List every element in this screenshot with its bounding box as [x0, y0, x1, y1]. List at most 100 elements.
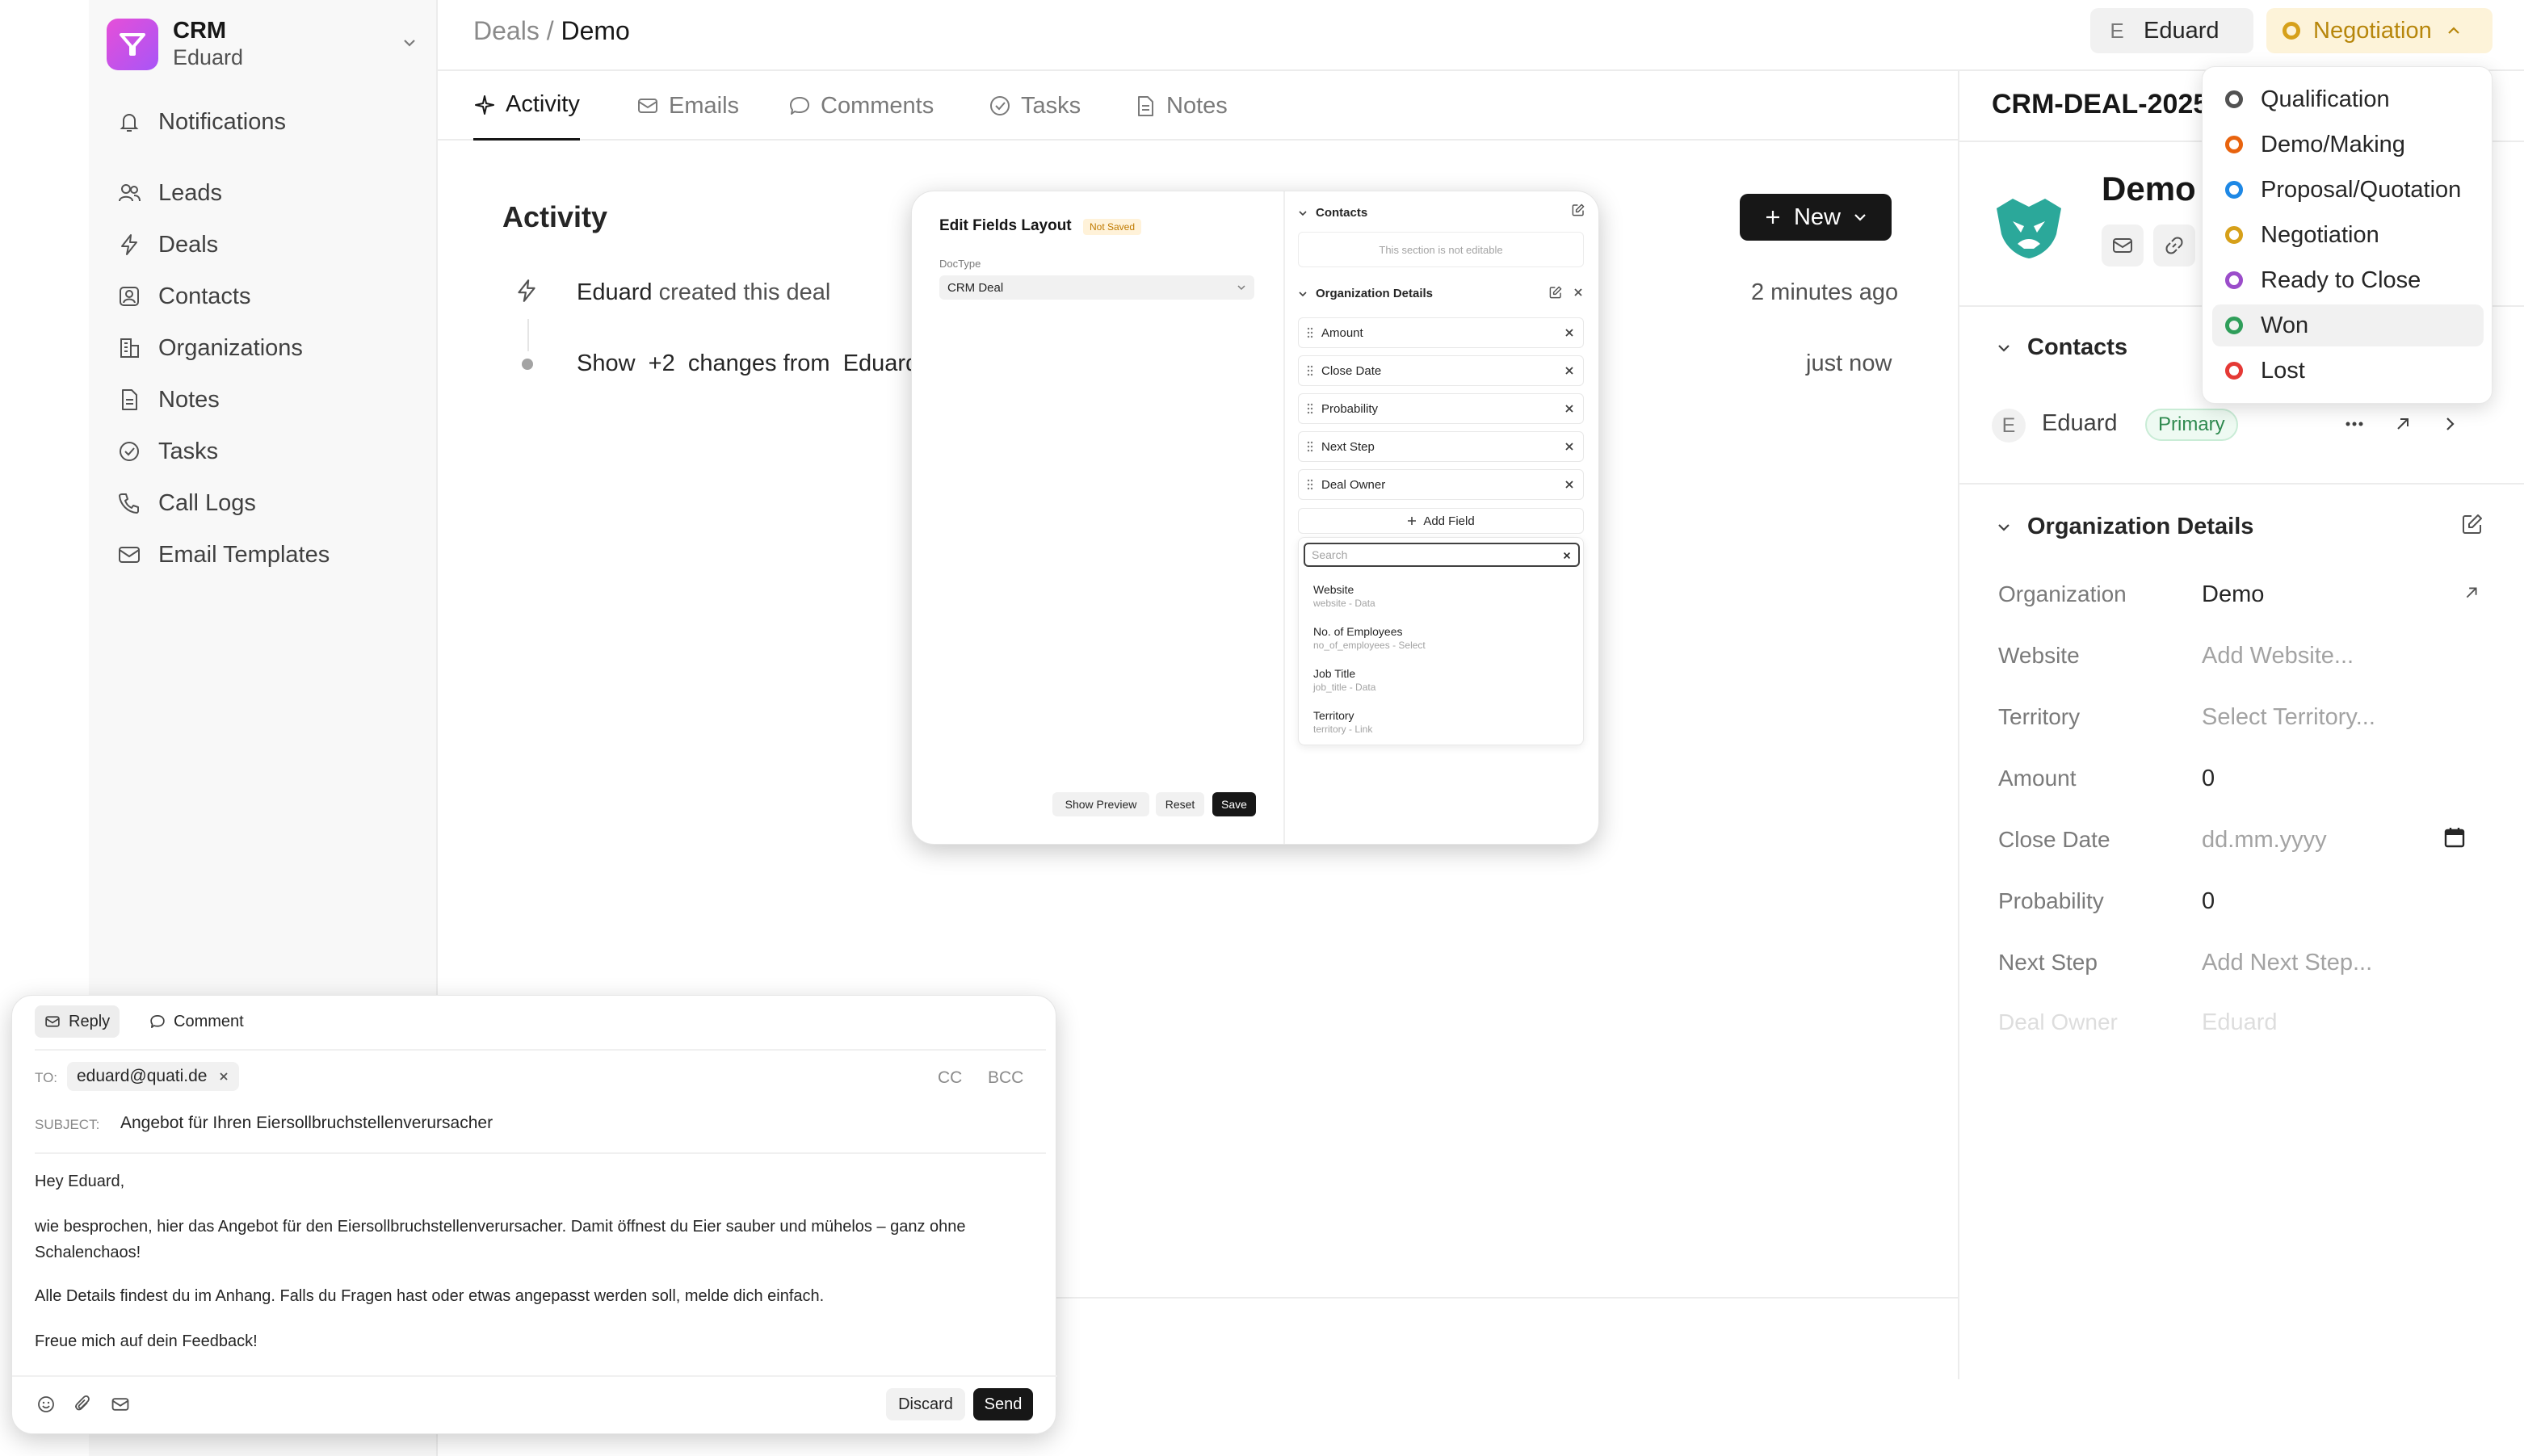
email-button[interactable] — [2102, 224, 2144, 266]
status-dropdown-button[interactable]: Negotiation — [2266, 8, 2493, 53]
email-template-icon[interactable] — [111, 1395, 130, 1414]
status-option-lost[interactable]: Lost — [2212, 350, 2484, 392]
open-link-icon[interactable] — [2460, 581, 2483, 604]
edit-icon[interactable] — [1571, 203, 1585, 217]
link-button[interactable] — [2153, 224, 2195, 266]
drag-handle-icon[interactable] — [1307, 327, 1313, 338]
bcc-button[interactable]: BCC — [988, 1068, 1023, 1088]
sidebar-item-leads[interactable]: Leads — [107, 171, 426, 215]
field-option-meta: website - Data — [1313, 598, 1375, 609]
breadcrumb-deals-link[interactable]: Deals — [473, 16, 540, 45]
status-option-demo-making[interactable]: Demo/Making — [2212, 124, 2484, 166]
contacts-section-toggle[interactable]: Contacts — [1995, 334, 2127, 361]
sidebar-item-call-logs[interactable]: Call Logs — [107, 481, 426, 525]
app-switcher[interactable]: CRM Eduard — [107, 15, 426, 71]
tab-tasks[interactable]: Tasks — [989, 71, 1081, 141]
body-line[interactable]: Alle Details findest du im Anhang. Falls… — [35, 1283, 1036, 1309]
layout-field-deal-owner[interactable]: Deal Owner — [1298, 469, 1584, 500]
tab-emails[interactable]: Emails — [636, 71, 739, 141]
status-option-won[interactable]: Won — [2212, 304, 2484, 346]
organization-section-header[interactable]: Organization Details — [1298, 287, 1433, 300]
drag-handle-icon[interactable] — [1307, 365, 1313, 376]
contacts-section-header[interactable]: Contacts — [1298, 206, 1367, 220]
show-changes-toggle[interactable]: Show +2 changes from Eduard — [577, 350, 918, 377]
layout-field-probability[interactable]: Probability — [1298, 393, 1584, 424]
tab-activity[interactable]: Activity — [473, 71, 580, 141]
website-field[interactable]: Add Website... — [2202, 643, 2354, 669]
subject-input[interactable]: Angebot für Ihren Eiersollbruchstellenve… — [120, 1114, 493, 1133]
emoji-icon[interactable] — [36, 1395, 56, 1414]
body-line[interactable]: Hey Eduard, — [35, 1169, 1036, 1194]
field-option-territory[interactable]: Territory — [1313, 709, 1354, 722]
drag-handle-icon[interactable] — [1307, 479, 1313, 490]
status-option-negotiation[interactable]: Negotiation — [2212, 214, 2484, 256]
field-option-job-title[interactable]: Job Title — [1313, 667, 1355, 680]
save-button[interactable]: Save — [1212, 792, 1256, 816]
sidebar-item-notes[interactable]: Notes — [107, 378, 426, 422]
layout-field-close-date[interactable]: Close Date — [1298, 355, 1584, 386]
tab-comments[interactable]: Comments — [788, 71, 934, 141]
remove-field-icon[interactable] — [1564, 327, 1575, 338]
open-link-icon[interactable] — [2391, 412, 2415, 436]
amount-field[interactable]: 0 — [2202, 766, 2215, 792]
reply-tab[interactable]: Reply — [35, 1005, 120, 1038]
cc-button[interactable]: CC — [938, 1068, 962, 1088]
contact-name: Eduard — [2042, 410, 2118, 436]
edit-icon[interactable] — [2460, 512, 2484, 536]
field-search-input[interactable]: Search — [1304, 543, 1580, 567]
remove-field-icon[interactable] — [1564, 365, 1575, 376]
reset-button[interactable]: Reset — [1156, 792, 1204, 816]
close-date-field[interactable]: dd.mm.yyyy — [2202, 827, 2327, 854]
assigned-to-button[interactable]: E Eduard — [2090, 8, 2253, 53]
close-icon[interactable] — [1573, 287, 1584, 298]
sidebar-item-tasks[interactable]: Tasks — [107, 430, 426, 473]
doctype-select[interactable]: CRM Deal — [939, 275, 1254, 300]
recipient-chip[interactable]: eduard@quati.de — [67, 1062, 240, 1091]
territory-field[interactable]: Select Territory... — [2202, 704, 2375, 731]
check-circle-icon — [989, 94, 1011, 117]
note-icon — [1134, 94, 1157, 117]
sidebar-item-organizations[interactable]: Organizations — [107, 326, 426, 370]
discard-button[interactable]: Discard — [886, 1388, 965, 1420]
add-field-button[interactable]: Add Field — [1298, 508, 1584, 534]
organization-section-toggle[interactable]: Organization Details — [1995, 514, 2253, 540]
sidebar-item-deals[interactable]: Deals — [107, 223, 426, 266]
remove-recipient-icon[interactable] — [218, 1071, 229, 1082]
calendar-icon[interactable] — [2442, 825, 2467, 850]
remove-field-icon[interactable] — [1564, 441, 1575, 452]
body-line[interactable]: wie besprochen, hier das Angebot für den… — [35, 1214, 1036, 1265]
attachment-icon[interactable] — [73, 1395, 93, 1414]
chevron-right-icon[interactable] — [2438, 412, 2462, 436]
field-option-website[interactable]: Website — [1313, 583, 1354, 596]
layout-field-amount[interactable]: Amount — [1298, 317, 1584, 348]
sidebar-item-notifications[interactable]: Notifications — [107, 100, 426, 144]
show-preview-button[interactable]: Show Preview — [1052, 792, 1149, 816]
plus-icon — [1407, 516, 1417, 526]
organization-field[interactable]: Demo — [2202, 581, 2264, 608]
new-button[interactable]: New — [1740, 194, 1892, 241]
send-button[interactable]: Send — [973, 1388, 1033, 1420]
drag-handle-icon[interactable] — [1307, 441, 1313, 452]
layout-field-next-step[interactable]: Next Step — [1298, 431, 1584, 462]
clear-search-icon[interactable] — [1562, 551, 1572, 560]
tab-notes[interactable]: Notes — [1134, 71, 1228, 141]
comment-tab[interactable]: Comment — [140, 1005, 254, 1038]
more-options-icon[interactable] — [2342, 412, 2367, 436]
next-step-field[interactable]: Add Next Step... — [2202, 950, 2372, 976]
drag-handle-icon[interactable] — [1307, 403, 1313, 414]
status-option-ready-to-close[interactable]: Ready to Close — [2212, 259, 2484, 301]
field-option-employees[interactable]: No. of Employees — [1313, 625, 1403, 638]
header: Deals / Demo E Eduard Negotiation — [438, 0, 2524, 71]
deal-owner-field[interactable]: Eduard — [2202, 1009, 2278, 1036]
probability-field[interactable]: 0 — [2202, 888, 2215, 915]
sidebar-item-email-templates[interactable]: Email Templates — [107, 533, 426, 577]
modal-preview-pane: Edit Fields Layout Not Saved DocType CRM… — [912, 191, 1285, 844]
edit-icon[interactable] — [1548, 285, 1563, 300]
breadcrumb-separator: / — [546, 16, 554, 45]
remove-field-icon[interactable] — [1564, 403, 1575, 414]
status-option-qualification[interactable]: Qualification — [2212, 78, 2484, 120]
body-line[interactable]: Freue mich auf dein Feedback! — [35, 1328, 1036, 1354]
sidebar-item-contacts[interactable]: Contacts — [107, 275, 426, 318]
remove-field-icon[interactable] — [1564, 479, 1575, 490]
status-option-proposal-quotation[interactable]: Proposal/Quotation — [2212, 169, 2484, 211]
